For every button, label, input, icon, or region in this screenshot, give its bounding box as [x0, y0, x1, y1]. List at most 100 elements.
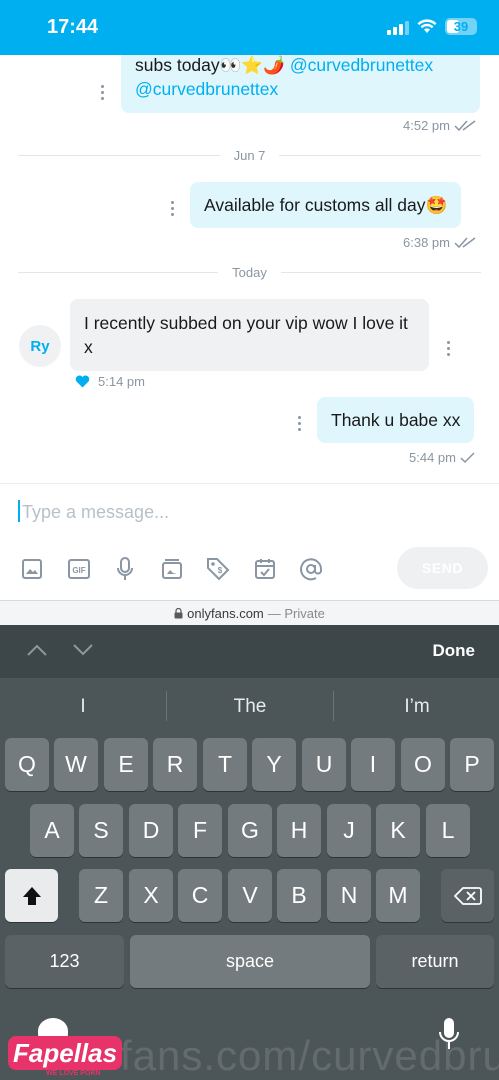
shift-icon	[22, 886, 41, 905]
message-time: 5:44 pm	[409, 450, 456, 465]
svg-text:$: $	[218, 566, 223, 575]
message-time: 4:52 pm	[403, 118, 450, 133]
message-bubble-outgoing: Thank u babe xx	[317, 397, 475, 443]
key-q[interactable]: Q	[5, 738, 49, 791]
message-meta: 4:52 pm	[403, 118, 476, 133]
status-icons: 39	[387, 18, 477, 35]
avatar[interactable]: Ry	[19, 325, 61, 367]
message-time: 5:14 pm	[98, 374, 145, 389]
key-b[interactable]: B	[277, 869, 321, 922]
key-g[interactable]: G	[228, 804, 272, 857]
key-v[interactable]: V	[228, 869, 272, 922]
cellular-signal-icon	[387, 19, 409, 35]
space-key[interactable]: space	[130, 935, 370, 988]
url-domain: onlyfans.com	[187, 605, 264, 621]
mention-icon[interactable]	[298, 556, 324, 582]
key-s[interactable]: S	[79, 804, 123, 857]
date-label: Today	[232, 264, 267, 280]
url-bar[interactable]: onlyfans.com — Private	[0, 600, 499, 625]
send-button[interactable]: SEND	[397, 547, 488, 589]
chevron-up-icon[interactable]	[26, 643, 48, 657]
message-meta: 5:14 pm	[75, 374, 145, 389]
message-options-icon[interactable]	[445, 341, 451, 356]
chevron-down-icon[interactable]	[72, 643, 94, 657]
lock-icon	[174, 607, 183, 618]
status-time: 17:44	[47, 16, 99, 38]
heart-icon[interactable]	[75, 375, 90, 388]
key-i[interactable]: I	[351, 738, 395, 791]
mention-link[interactable]: @curvedbrunettex	[135, 79, 278, 99]
url-private-label: — Private	[267, 605, 325, 621]
message-text: I recently subbed on your vip wow I love…	[84, 313, 408, 357]
numbers-key[interactable]: 123	[5, 935, 124, 988]
brand-tagline: WE LOVE PORN	[46, 1070, 101, 1077]
date-divider: Jun 7	[18, 148, 481, 163]
message-options-icon[interactable]	[99, 85, 105, 100]
message-meta: 5:44 pm	[409, 450, 476, 465]
double-check-icon	[454, 119, 476, 131]
message-options-icon[interactable]	[296, 416, 302, 431]
key-y[interactable]: Y	[252, 738, 296, 791]
key-n[interactable]: N	[327, 869, 371, 922]
key-r[interactable]: R	[153, 738, 197, 791]
shift-key[interactable]	[5, 869, 58, 922]
image-icon[interactable]	[19, 556, 45, 582]
suggestion-item[interactable]: I	[0, 692, 166, 722]
backspace-key[interactable]	[441, 869, 494, 922]
key-o[interactable]: O	[401, 738, 445, 791]
message-options-icon[interactable]	[169, 201, 175, 216]
double-check-icon	[454, 236, 476, 248]
key-d[interactable]: D	[129, 804, 173, 857]
message-bubble-incoming: I recently subbed on your vip wow I love…	[70, 299, 429, 371]
suggestion-item[interactable]: The	[167, 692, 333, 722]
message-meta: 6:38 pm	[403, 235, 476, 250]
vault-icon[interactable]	[159, 556, 185, 582]
chat-thread[interactable]: subs today👀⭐🌶️ @curvedbrunettex @curvedb…	[0, 55, 499, 483]
key-m[interactable]: M	[376, 869, 420, 922]
check-icon	[460, 451, 475, 463]
schedule-icon[interactable]	[252, 556, 278, 582]
key-p[interactable]: P	[450, 738, 494, 791]
svg-text:GIF: GIF	[72, 566, 85, 575]
key-u[interactable]: U	[302, 738, 346, 791]
message-input[interactable]	[18, 498, 478, 526]
text-cursor	[18, 500, 20, 522]
key-t[interactable]: T	[203, 738, 247, 791]
battery-icon: 39	[445, 18, 477, 35]
message-bubble-outgoing: Available for customs all day🤩	[190, 182, 462, 228]
message-time: 6:38 pm	[403, 235, 450, 250]
price-tag-icon[interactable]: $	[205, 556, 231, 582]
message-emoji: 🤩	[425, 195, 448, 215]
key-f[interactable]: F	[178, 804, 222, 857]
message-text: Available for customs all day	[204, 195, 426, 215]
key-k[interactable]: K	[376, 804, 420, 857]
message-text: Thank u babe xx	[331, 410, 461, 430]
watermark-text: fans.com/curvedbrun	[120, 1032, 499, 1079]
brand-logo: Fapellas WE LOVE PORN	[8, 1018, 132, 1078]
key-x[interactable]: X	[129, 869, 173, 922]
mention-link[interactable]: @curvedbrunettex	[290, 55, 433, 75]
key-e[interactable]: E	[104, 738, 148, 791]
microphone-icon[interactable]	[112, 556, 138, 582]
done-button[interactable]: Done	[433, 641, 476, 661]
key-h[interactable]: H	[277, 804, 321, 857]
key-w[interactable]: W	[54, 738, 98, 791]
key-j[interactable]: J	[327, 804, 371, 857]
suggestion-item[interactable]: I’m	[334, 692, 499, 722]
keyboard-toolbar: Done	[0, 625, 499, 678]
key-l[interactable]: L	[426, 804, 470, 857]
message-composer: GIF $ SEND	[0, 483, 499, 600]
message-text: subs today	[135, 55, 220, 75]
date-divider: Today	[18, 264, 482, 280]
battery-level: 39	[453, 19, 469, 34]
key-z[interactable]: Z	[79, 869, 123, 922]
key-a[interactable]: A	[30, 804, 74, 857]
message-emoji: 👀⭐🌶️	[219, 55, 286, 75]
wifi-icon	[417, 19, 437, 33]
key-c[interactable]: C	[178, 869, 222, 922]
return-key[interactable]: return	[376, 935, 494, 988]
message-bubble-outgoing: subs today👀⭐🌶️ @curvedbrunettex @curvedb…	[121, 55, 480, 113]
status-bar: 17:44 39	[0, 0, 499, 55]
backspace-icon	[453, 886, 482, 905]
gif-icon[interactable]: GIF	[66, 556, 92, 582]
